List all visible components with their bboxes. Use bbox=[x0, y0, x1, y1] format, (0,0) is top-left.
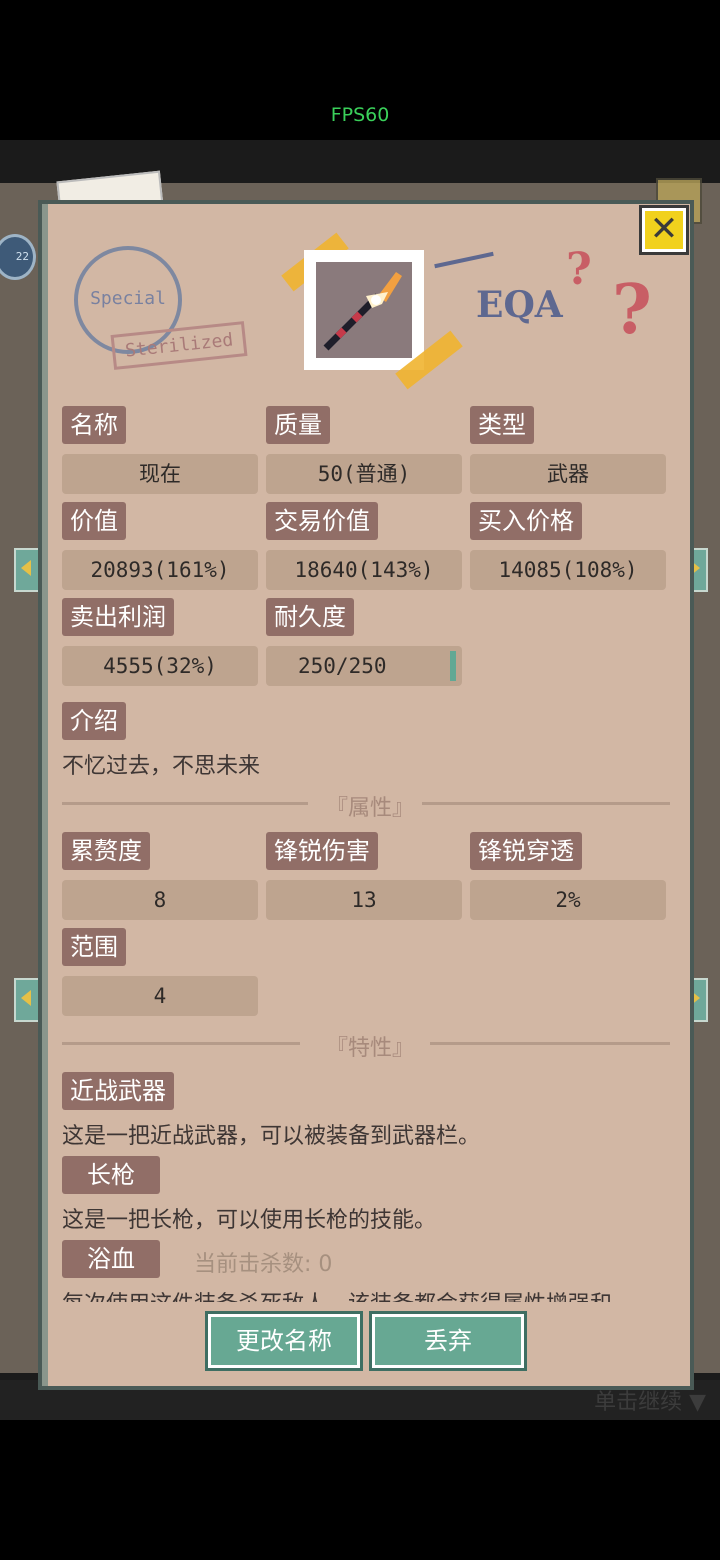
kill-counter: 当前击杀数: 0 bbox=[194, 1252, 333, 1277]
trait-spear-label: 长枪 bbox=[62, 1156, 160, 1194]
traits-title: 『特性』 bbox=[326, 1036, 415, 1061]
question-mark-decoration: ? bbox=[612, 270, 652, 350]
attributes-title: 『属性』 bbox=[326, 796, 415, 821]
trait-spear-text: 这是一把长枪，可以使用长枪的技能。 bbox=[62, 1208, 437, 1233]
range-label: 范围 bbox=[62, 928, 126, 966]
intro-text: 不忆过去，不思未来 bbox=[62, 754, 261, 779]
item-detail-panel: ✕ Special Sterilized EQA ? ? 名称 质量 类型 现在… bbox=[38, 200, 694, 1390]
divider-left bbox=[62, 802, 308, 805]
type-value: 武器 bbox=[470, 454, 666, 494]
sharp-penetration-value: 2% bbox=[470, 880, 666, 920]
question-mark-decoration: ? bbox=[566, 244, 592, 295]
intro-label: 介绍 bbox=[62, 702, 126, 740]
burden-value: 8 bbox=[62, 880, 258, 920]
buy-price-label: 买入价格 bbox=[470, 502, 582, 540]
durability-label: 耐久度 bbox=[266, 598, 354, 636]
value-value: 20893(161%) bbox=[62, 550, 258, 590]
discard-button[interactable]: 丢弃 bbox=[369, 1311, 527, 1371]
close-button[interactable]: ✕ bbox=[639, 205, 689, 255]
quality-label: 质量 bbox=[266, 406, 330, 444]
quality-value: 50(普通) bbox=[266, 454, 462, 494]
burden-label: 累赘度 bbox=[62, 832, 150, 870]
rename-button[interactable]: 更改名称 bbox=[205, 1311, 363, 1371]
trade-value-label: 交易价值 bbox=[266, 502, 378, 540]
durability-value: 250/250 bbox=[266, 646, 462, 686]
profit-label: 卖出利润 bbox=[62, 598, 174, 636]
trait-melee-text: 这是一把近战武器，可以被装备到武器栏。 bbox=[62, 1124, 481, 1149]
type-label: 类型 bbox=[470, 406, 534, 444]
item-photo bbox=[304, 250, 424, 370]
avatar-level: 22 bbox=[15, 250, 29, 263]
trait-bloodbath-label: 浴血 bbox=[62, 1240, 160, 1278]
hint-label: 单击继续 bbox=[594, 1390, 683, 1415]
trade-value-value: 18640(143%) bbox=[266, 550, 462, 590]
profit-value: 4555(32%) bbox=[62, 646, 258, 686]
spear-icon bbox=[323, 272, 402, 351]
range-value: 4 bbox=[62, 976, 258, 1016]
name-value: 现在 bbox=[62, 454, 258, 494]
buy-price-value: 14085(108%) bbox=[470, 550, 666, 590]
item-photo-frame bbox=[316, 262, 412, 358]
durability-bar bbox=[450, 651, 456, 681]
fps-counter: FPS60 bbox=[330, 104, 390, 126]
divider-left bbox=[62, 1042, 300, 1045]
sharp-damage-value: 13 bbox=[266, 880, 462, 920]
trait-melee-label: 近战武器 bbox=[62, 1072, 174, 1110]
durability-text: 250/250 bbox=[298, 654, 387, 678]
divider-right bbox=[422, 802, 670, 805]
divider-right bbox=[430, 1042, 670, 1045]
sharp-penetration-label: 锋锐穿透 bbox=[470, 832, 582, 870]
name-label: 名称 bbox=[62, 406, 126, 444]
sharp-damage-label: 锋锐伤害 bbox=[266, 832, 378, 870]
value-label: 价值 bbox=[62, 502, 126, 540]
arrow-decoration bbox=[434, 251, 494, 269]
brand-mark: EQA bbox=[476, 284, 563, 326]
